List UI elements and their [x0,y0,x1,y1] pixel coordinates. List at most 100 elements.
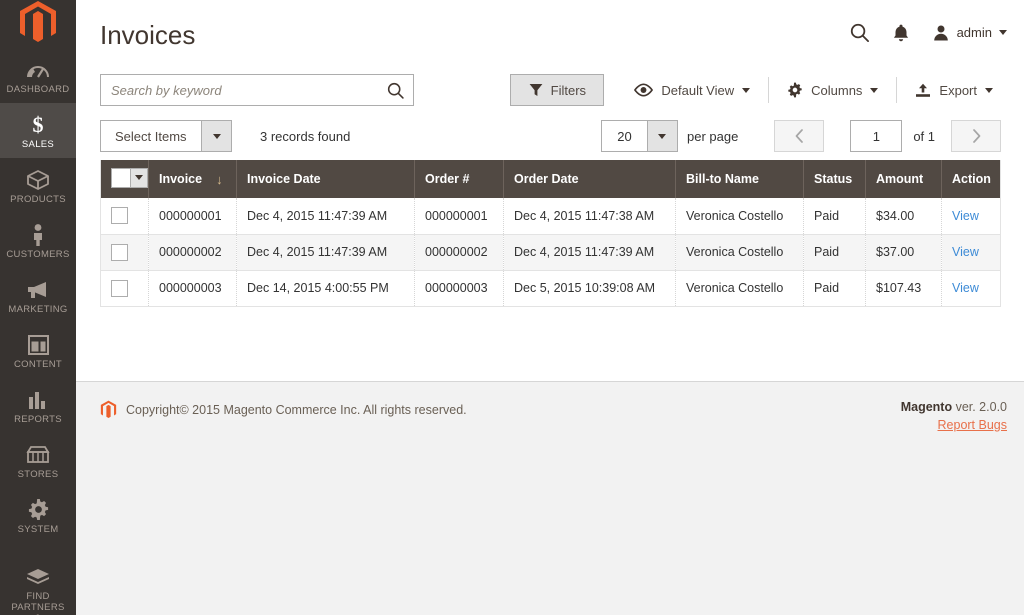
sidebar-item-label: FIND PARTNERS [11,591,65,613]
sidebar-item-products[interactable]: PRODUCTS [0,158,76,213]
records-found-label: 3 records found [260,128,351,144]
search-box[interactable] [100,74,414,106]
table-row[interactable]: 000000002 Dec 4, 2015 11:47:39 AM 000000… [100,234,1001,271]
chevron-down-icon[interactable] [131,167,148,188]
admin-page: DASHBOARD $ SALES PRODUCTS CUSTOMERS MAR… [0,0,1024,615]
column-header-action: Action [941,160,1001,198]
dollar-sign-icon: $ [2,112,74,137]
magento-logo[interactable] [0,0,76,44]
sidebar-item-customers[interactable]: CUSTOMERS [0,213,76,268]
svg-text:$: $ [33,113,44,137]
admin-user-name: admin [956,25,992,40]
row-checkbox[interactable] [111,279,128,297]
sidebar-item-reports[interactable]: REPORTS [0,378,76,433]
cell-bill-to-name: Veronica Costello [675,234,804,271]
user-avatar-icon [933,25,948,40]
cell-order-number: 000000001 [414,198,504,235]
row-checkbox[interactable] [111,207,128,225]
page-number-input[interactable] [850,120,903,152]
column-header-order-number[interactable]: Order # [414,160,504,198]
sidebar-item-dashboard[interactable]: DASHBOARD [0,48,76,103]
grid-table-container: Invoice ↓ Invoice Date Order # Order Dat… [76,160,1024,307]
select-all-checkbox[interactable] [111,167,131,188]
chevron-down-icon [870,87,879,93]
sidebar-item-label: MARKETING [8,304,68,315]
cell-bill-to-name: Veronica Costello [675,270,804,307]
search-submit-button[interactable] [386,81,405,100]
layout-panel-icon [2,332,74,357]
per-page-value: 20 [617,128,632,144]
column-header-amount[interactable]: Amount [865,160,942,198]
view-link[interactable]: View [952,281,979,295]
table-row[interactable]: 000000001 Dec 4, 2015 11:47:39 AM 000000… [100,198,1001,235]
main-content: Invoices admin Search by keyword Filters… [76,0,1024,615]
cell-amount: $34.00 [865,198,942,235]
version-line: Magento ver. 2.0.0 [901,400,1007,414]
filters-label: Filters [550,82,587,98]
per-page-select[interactable]: 20 [600,120,678,152]
select-all-checkbox-dropdown[interactable] [111,167,148,188]
column-header-status[interactable]: Status [803,160,866,198]
row-checkbox[interactable] [111,243,128,261]
row-select-cell [100,270,149,307]
gear-icon [2,497,74,522]
column-header-bill-to-name[interactable]: Bill-to Name [675,160,804,198]
table-head: Invoice ↓ Invoice Date Order # Order Dat… [100,160,1001,198]
chevron-down-icon [985,87,993,93]
previous-page-button[interactable] [774,120,825,152]
search-icon [850,23,869,42]
cell-order-date: Dec 4, 2015 11:47:38 AM [503,198,676,235]
cell-invoice-date: Dec 14, 2015 4:00:55 PM [236,270,415,307]
toolbar-separator-2 [896,77,898,103]
sidebar-item-find-partners[interactable]: FIND PARTNERS & EXTENSIONS [0,555,76,615]
toolbar-right: Filters Default View Columns Export [510,74,1001,106]
box-icon [2,167,74,192]
select-items-dropdown[interactable]: Select Items [100,120,232,152]
global-search-button[interactable] [849,22,870,43]
sidebar-item-marketing[interactable]: MARKETING [0,268,76,323]
sidebar-item-system[interactable]: SYSTEM [0,488,76,543]
sidebar-item-stores[interactable]: STORES [0,433,76,488]
columns-label: Columns [811,82,863,98]
sidebar-item-sales[interactable]: $ SALES [0,103,76,158]
pagination: 20 per page of 1 [600,120,1001,152]
select-all-column [100,160,149,198]
view-link[interactable]: View [952,245,979,259]
default-view-dropdown[interactable]: Default View [626,74,758,106]
cell-status: Paid [803,198,866,235]
cell-invoice-date: Dec 4, 2015 11:47:39 AM [236,234,415,271]
columns-dropdown[interactable]: Columns [779,74,886,106]
cell-status: Paid [803,234,866,271]
search-input[interactable] [111,82,386,98]
filters-button[interactable]: Filters [510,74,605,106]
column-header-invoice-date[interactable]: Invoice Date [236,160,415,198]
sidebar-item-label: REPORTS [14,414,62,425]
bell-icon [893,24,908,41]
search-icon [387,82,404,99]
export-dropdown[interactable]: Export [907,74,1001,106]
eye-icon [634,83,654,97]
next-page-button[interactable] [951,120,1001,152]
report-bugs-link[interactable]: Report Bugs [938,418,1007,432]
cell-amount: $107.43 [865,270,942,307]
view-link[interactable]: View [952,209,979,223]
table-row[interactable]: 000000003 Dec 14, 2015 4:00:55 PM 000000… [100,270,1001,307]
gear-icon [788,82,802,98]
row-select-cell [100,234,149,271]
cell-order-date: Dec 4, 2015 11:47:39 AM [503,234,676,271]
column-header-invoice[interactable]: Invoice ↓ [148,160,237,198]
export-label: Export [939,82,977,98]
upload-icon [916,83,931,97]
admin-user-menu[interactable]: admin [932,24,1007,42]
chevron-down-icon [742,87,751,93]
sidebar-item-content[interactable]: CONTENT [0,323,76,378]
page-title: Invoices [100,20,196,50]
cell-order-number: 000000003 [414,270,504,307]
sidebar-item-label: CONTENT [13,359,62,370]
notifications-button[interactable] [892,23,910,43]
column-header-order-date[interactable]: Order Date [503,160,676,198]
cell-invoice: 000000003 [148,270,237,307]
dashboard-gauge-icon [2,57,74,82]
toolbar-separator [768,77,770,103]
sidebar-item-label: DASHBOARD [6,84,70,95]
